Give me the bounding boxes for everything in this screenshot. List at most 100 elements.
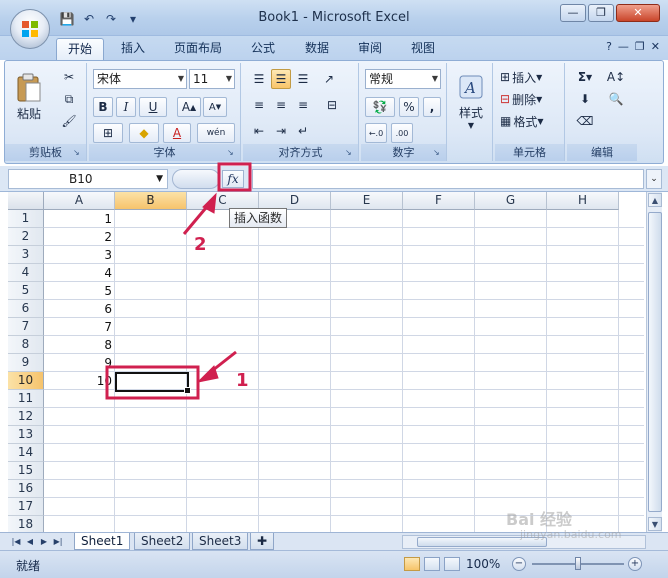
tab-data[interactable]: 数据 bbox=[294, 38, 340, 60]
column-header-h[interactable]: H bbox=[547, 192, 619, 210]
copy-icon[interactable]: ⧉ bbox=[59, 89, 79, 109]
number-launcher-icon[interactable]: ↘ bbox=[433, 148, 443, 158]
row-header-4[interactable]: 4 bbox=[8, 264, 44, 282]
zoom-in-icon[interactable]: + bbox=[628, 557, 642, 571]
font-color-button[interactable]: A bbox=[163, 123, 191, 143]
column-header-f[interactable]: F bbox=[403, 192, 475, 210]
formula-bar-resize-handle[interactable] bbox=[172, 169, 220, 189]
insert-sheet-icon[interactable]: ✚ bbox=[250, 533, 274, 550]
column-header-e[interactable]: E bbox=[331, 192, 403, 210]
autosum-button[interactable]: Σ ▼ bbox=[571, 67, 599, 87]
cut-icon[interactable]: ✂ bbox=[59, 67, 79, 87]
first-sheet-icon[interactable]: |◀ bbox=[10, 535, 22, 549]
row-header-16[interactable]: 16 bbox=[8, 480, 44, 498]
sort-filter-icon[interactable]: A↕ bbox=[601, 67, 631, 87]
workbook-restore-button[interactable]: ❐ bbox=[635, 40, 645, 53]
row-header-15[interactable]: 15 bbox=[8, 462, 44, 480]
expand-formula-bar-icon[interactable]: ⌄ bbox=[646, 169, 662, 189]
workbook-minimize-button[interactable]: — bbox=[618, 40, 629, 53]
accounting-format-icon[interactable]: 💱 bbox=[365, 97, 395, 117]
paste-button[interactable]: 粘贴 bbox=[9, 67, 49, 127]
formula-input[interactable] bbox=[252, 169, 644, 189]
cell-a2[interactable]: 2 bbox=[44, 228, 115, 246]
align-center-icon[interactable]: ≡ bbox=[271, 95, 291, 115]
tab-page-layout[interactable]: 页面布局 bbox=[163, 38, 233, 60]
align-middle-icon[interactable]: ☰ bbox=[271, 69, 291, 89]
grow-font-button[interactable]: A ▲ bbox=[177, 97, 201, 117]
decrease-decimal-icon[interactable]: .00 bbox=[391, 123, 413, 143]
tab-formulas[interactable]: 公式 bbox=[240, 38, 286, 60]
alignment-launcher-icon[interactable]: ↘ bbox=[345, 148, 355, 158]
font-launcher-icon[interactable]: ↘ bbox=[227, 148, 237, 158]
increase-decimal-icon[interactable]: ←.0 bbox=[365, 123, 387, 143]
zoom-slider-thumb[interactable] bbox=[575, 557, 581, 570]
align-left-icon[interactable]: ≡ bbox=[249, 95, 269, 115]
worksheet-grid[interactable]: ABCDEFGH 1 2 3 4 5 6 7 8 9 10 11 12 13 14 15 16 17 18 123… bbox=[8, 192, 644, 532]
row-header-18[interactable]: 18 bbox=[8, 516, 44, 532]
styles-button[interactable]: A 样式 ▼ bbox=[453, 67, 489, 137]
increase-indent-icon[interactable]: ⇥ bbox=[271, 121, 291, 141]
number-format-combo[interactable]: 常规 ▼ bbox=[365, 69, 441, 89]
find-select-icon[interactable]: 🔍 bbox=[601, 89, 631, 109]
insert-cells-button[interactable]: ⊞ 插入 ▼ bbox=[499, 67, 561, 87]
row-header-17[interactable]: 17 bbox=[8, 498, 44, 516]
maximize-button[interactable]: ❐ bbox=[588, 4, 614, 22]
percent-button[interactable]: % bbox=[399, 97, 419, 117]
sheet-tab-1[interactable]: Sheet1 bbox=[74, 533, 131, 550]
borders-icon[interactable]: ⊞ bbox=[93, 123, 123, 143]
cell-a5[interactable]: 5 bbox=[44, 282, 115, 300]
orientation-icon[interactable]: ↗ bbox=[319, 69, 339, 89]
tab-home[interactable]: 开始 bbox=[56, 38, 105, 60]
close-button[interactable]: ✕ bbox=[616, 4, 660, 22]
page-break-view-icon[interactable] bbox=[444, 557, 460, 571]
row-header-13[interactable]: 13 bbox=[8, 426, 44, 444]
cell-a6[interactable]: 6 bbox=[44, 300, 115, 318]
row-header-10[interactable]: 10 bbox=[8, 372, 44, 390]
name-box[interactable]: B10 ▼ bbox=[8, 169, 168, 189]
zoom-out-icon[interactable]: − bbox=[512, 557, 526, 571]
next-sheet-icon[interactable]: ▶ bbox=[38, 535, 50, 549]
sheet-tab-2[interactable]: Sheet2 bbox=[134, 533, 191, 550]
active-cell-b10[interactable] bbox=[115, 372, 191, 394]
comma-button[interactable]: , bbox=[423, 97, 441, 117]
minimize-button[interactable]: — bbox=[560, 4, 586, 22]
tab-insert[interactable]: 插入 bbox=[110, 38, 156, 60]
cell-a4[interactable]: 4 bbox=[44, 264, 115, 282]
row-header-5[interactable]: 5 bbox=[8, 282, 44, 300]
fill-icon[interactable]: ⬇ bbox=[571, 89, 599, 109]
cell-a7[interactable]: 7 bbox=[44, 318, 115, 336]
help-icon[interactable]: ? bbox=[606, 40, 612, 53]
column-header-b[interactable]: B bbox=[115, 192, 187, 210]
column-header-g[interactable]: G bbox=[475, 192, 547, 210]
select-all-button[interactable] bbox=[8, 192, 44, 210]
shrink-font-button[interactable]: A ▼ bbox=[203, 97, 227, 117]
cell-a3[interactable]: 3 bbox=[44, 246, 115, 264]
normal-view-icon[interactable] bbox=[404, 557, 420, 571]
clear-icon[interactable]: ⌫ bbox=[571, 111, 599, 131]
cell-a1[interactable]: 1 bbox=[44, 210, 115, 228]
italic-button[interactable]: I bbox=[116, 97, 136, 117]
cell-a8[interactable]: 8 bbox=[44, 336, 115, 354]
align-bottom-icon[interactable]: ☰ bbox=[293, 69, 313, 89]
fill-color-icon[interactable]: ◆ bbox=[129, 123, 159, 143]
delete-cells-button[interactable]: ⊟ 删除 ▼ bbox=[499, 89, 561, 109]
align-right-icon[interactable]: ≡ bbox=[293, 95, 313, 115]
clipboard-launcher-icon[interactable]: ↘ bbox=[73, 148, 83, 158]
page-layout-view-icon[interactable] bbox=[424, 557, 440, 571]
tab-review[interactable]: 审阅 bbox=[347, 38, 393, 60]
workbook-close-button[interactable]: ✕ bbox=[651, 40, 660, 53]
scroll-up-icon[interactable]: ▲ bbox=[648, 193, 662, 207]
cell-a10[interactable]: 10 bbox=[44, 372, 115, 390]
wrap-text-icon[interactable]: ↵ bbox=[293, 121, 313, 141]
decrease-indent-icon[interactable]: ⇤ bbox=[249, 121, 269, 141]
last-sheet-icon[interactable]: ▶| bbox=[52, 535, 64, 549]
underline-button[interactable]: U bbox=[139, 97, 167, 117]
row-header-7[interactable]: 7 bbox=[8, 318, 44, 336]
name-box-dropdown-icon[interactable]: ▼ bbox=[156, 170, 163, 188]
column-header-a[interactable]: A bbox=[44, 192, 115, 210]
vertical-scroll-thumb[interactable] bbox=[648, 212, 662, 512]
row-header-3[interactable]: 3 bbox=[8, 246, 44, 264]
prev-sheet-icon[interactable]: ◀ bbox=[24, 535, 36, 549]
vertical-scrollbar[interactable]: ▲ ▼ bbox=[646, 192, 662, 532]
tab-view[interactable]: 视图 bbox=[400, 38, 446, 60]
